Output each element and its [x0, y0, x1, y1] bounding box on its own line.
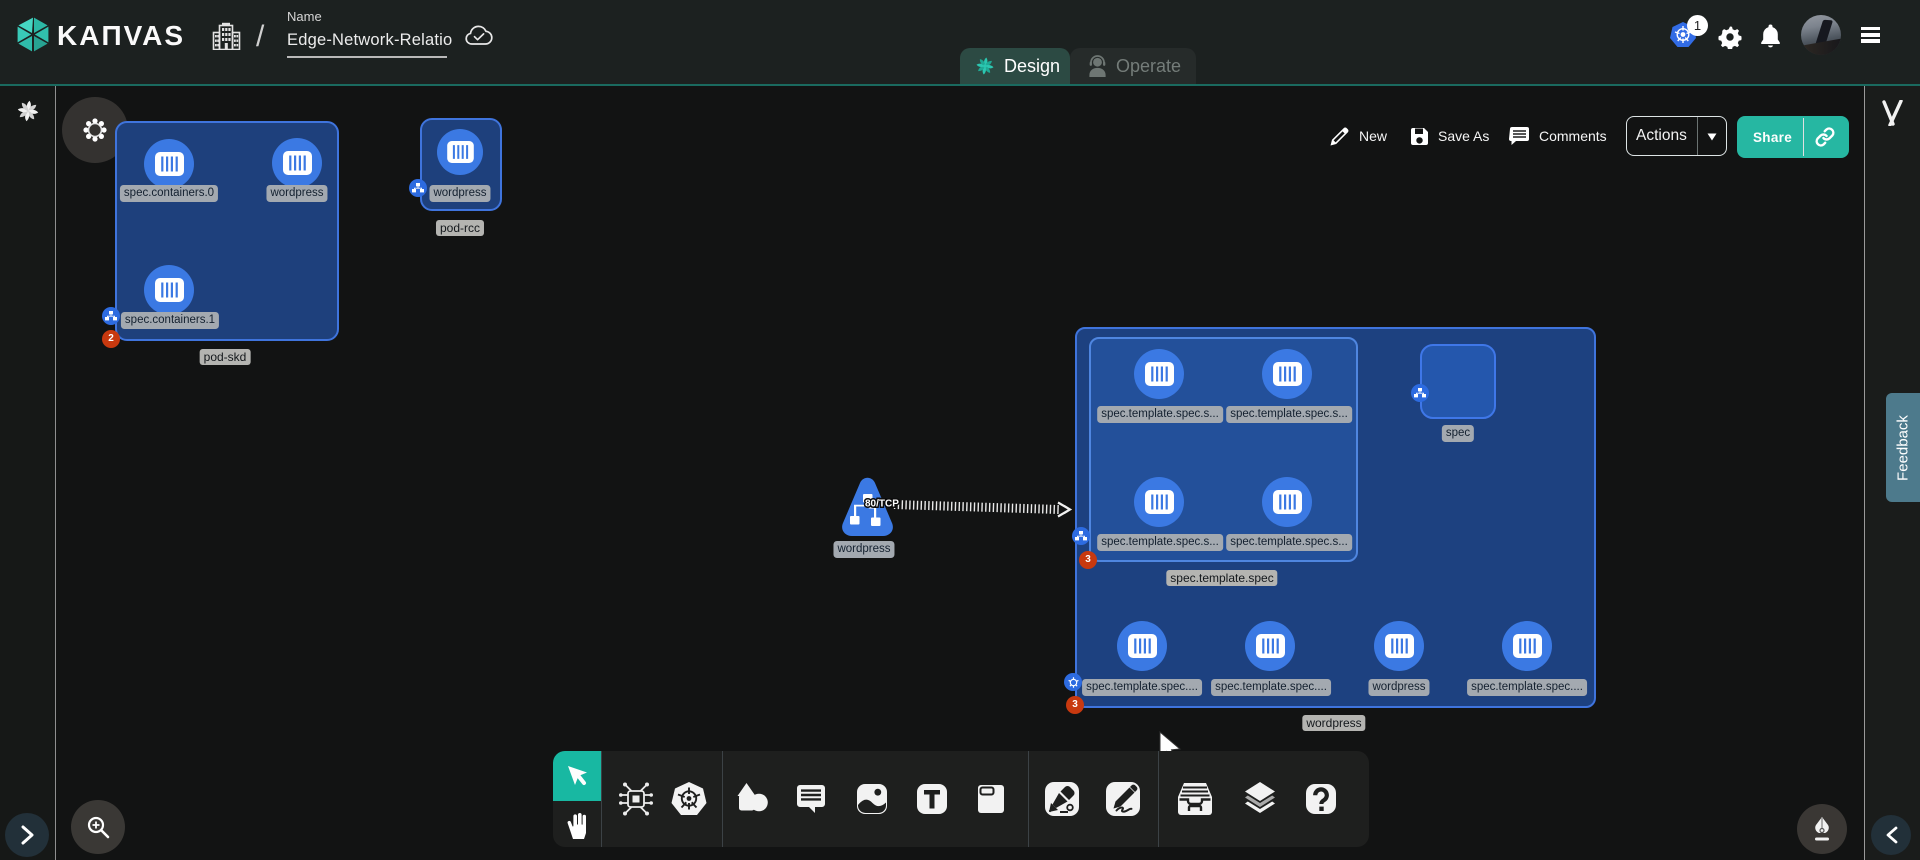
svg-text:80/TCP: 80/TCP [865, 499, 899, 510]
